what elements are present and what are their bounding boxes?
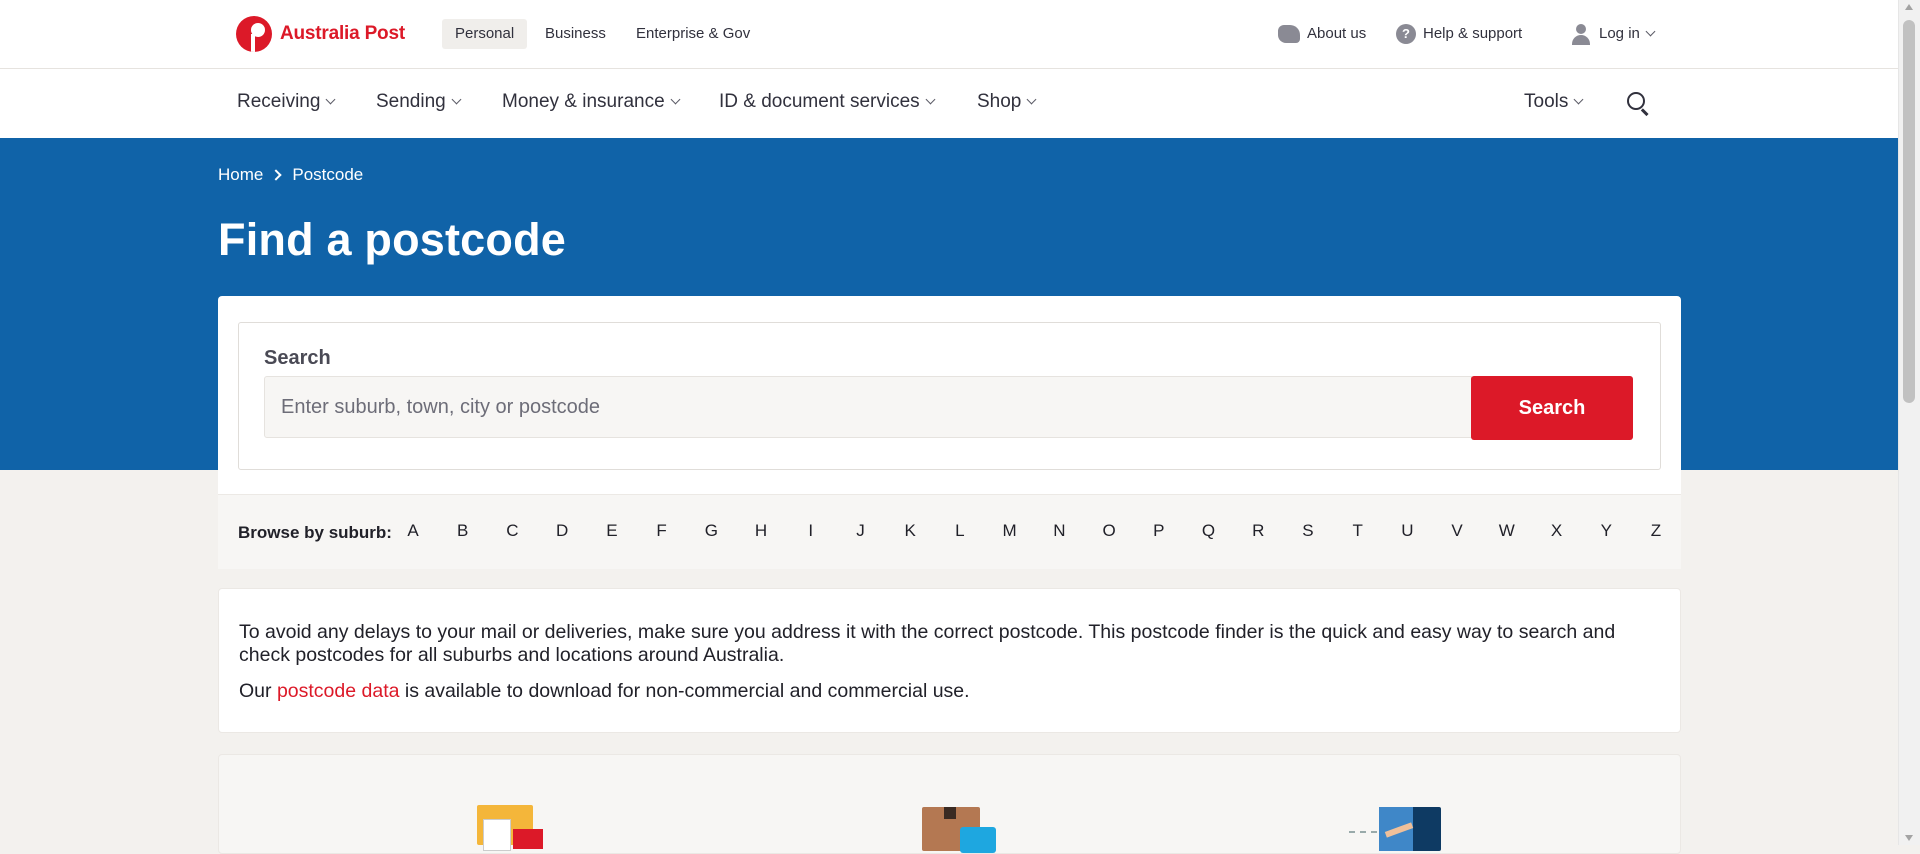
info-prefix: Our <box>239 680 277 702</box>
breadcrumb-current: Postcode <box>292 165 364 184</box>
scroll-down-arrow-icon[interactable] <box>1905 835 1913 841</box>
utility-bar: Australia Post Personal Business Enterpr… <box>0 0 1899 69</box>
nav-receiving[interactable]: Receiving <box>237 91 336 113</box>
chevron-down-icon <box>925 94 936 104</box>
nav-id-document-services[interactable]: ID & document services <box>719 91 936 113</box>
postcode-search-input[interactable] <box>264 376 1472 438</box>
page-title: Find a postcode <box>218 214 567 265</box>
help-support-label: Help & support <box>1423 25 1523 42</box>
search-icon[interactable] <box>1627 92 1645 110</box>
australia-post-logo[interactable]: Australia Post <box>236 15 405 52</box>
help-icon: ? <box>1396 24 1416 44</box>
letter-link[interactable]: O <box>1099 521 1119 541</box>
letter-link[interactable]: X <box>1547 521 1567 541</box>
postcode-data-link[interactable]: postcode data <box>277 680 400 702</box>
letter-link[interactable]: Q <box>1199 521 1219 541</box>
letter-link[interactable]: H <box>751 521 771 541</box>
letter-link[interactable]: M <box>1000 521 1020 541</box>
chevron-down-icon <box>1645 26 1656 36</box>
nav-money-insurance[interactable]: Money & insurance <box>502 91 681 113</box>
login-label: Log in <box>1599 25 1640 42</box>
nav-receiving-label: Receiving <box>237 91 321 112</box>
letter-link[interactable]: N <box>1049 521 1069 541</box>
letter-link[interactable]: U <box>1397 521 1417 541</box>
browse-by-suburb: Browse by suburb: A B C D E F G H I J K … <box>218 494 1681 569</box>
main-navigation: Receiving Sending Money & insurance ID &… <box>0 69 1899 138</box>
letter-link[interactable]: B <box>453 521 473 541</box>
letter-link[interactable]: P <box>1149 521 1169 541</box>
search-button[interactable]: Search <box>1471 376 1633 440</box>
breadcrumb-home[interactable]: Home <box>218 165 263 185</box>
postcode-search-card: Search Search Browse by suburb: A B C D … <box>218 296 1681 569</box>
about-us-label: About us <box>1307 25 1367 42</box>
user-icon <box>1570 23 1592 45</box>
letter-link[interactable]: C <box>502 521 522 541</box>
australia-map-icon <box>1278 25 1300 43</box>
letter-link[interactable]: J <box>850 521 870 541</box>
page-scrollbar[interactable] <box>1898 0 1920 845</box>
chevron-down-icon <box>451 94 462 104</box>
nav-money-insurance-label: Money & insurance <box>502 91 665 112</box>
letter-link[interactable]: G <box>701 521 721 541</box>
nav-tools-label: Tools <box>1524 91 1569 112</box>
search-panel: Search Search <box>238 322 1661 470</box>
breadcrumb: Home Postcode <box>218 165 363 185</box>
letter-link[interactable]: E <box>602 521 622 541</box>
letter-link[interactable]: F <box>652 521 672 541</box>
nav-sending[interactable]: Sending <box>376 91 462 113</box>
letter-link[interactable]: T <box>1348 521 1368 541</box>
letter-link[interactable]: S <box>1298 521 1318 541</box>
segment-personal[interactable]: Personal <box>442 19 528 49</box>
chevron-down-icon <box>1026 94 1037 104</box>
letter-index: A B C D E F G H I J K L M N O P Q R S T … <box>403 521 1666 541</box>
letter-link[interactable]: L <box>950 521 970 541</box>
letter-link[interactable]: R <box>1248 521 1268 541</box>
letter-link[interactable]: D <box>552 521 572 541</box>
postcode-info-panel: To avoid any delays to your mail or deli… <box>218 588 1681 733</box>
chevron-down-icon <box>325 94 336 104</box>
chevron-down-icon <box>670 94 681 104</box>
segment-business[interactable]: Business <box>532 19 619 49</box>
letter-link[interactable]: Z <box>1646 521 1666 541</box>
nav-tools[interactable]: Tools <box>1524 91 1584 113</box>
nav-shop[interactable]: Shop <box>977 91 1037 113</box>
search-label: Search <box>264 347 331 369</box>
info-paragraph-data: Our postcode data is available to downlo… <box>239 680 1669 703</box>
nav-sending-label: Sending <box>376 91 446 112</box>
nav-shop-label: Shop <box>977 91 1022 112</box>
letter-link[interactable]: A <box>403 521 423 541</box>
chevron-down-icon <box>1573 94 1584 104</box>
international-shipping-illustration <box>1349 807 1449 853</box>
about-us-link[interactable]: About us <box>1278 19 1366 49</box>
brand-name: Australia Post <box>280 22 405 44</box>
promo-tiles <box>218 754 1681 854</box>
help-support-link[interactable]: ? Help & support <box>1396 19 1522 49</box>
nav-id-document-services-label: ID & document services <box>719 91 920 112</box>
letter-link[interactable]: Y <box>1596 521 1616 541</box>
scrollbar-thumb[interactable] <box>1903 20 1915 403</box>
browse-label: Browse by suburb: <box>238 523 392 542</box>
info-suffix: is available to download for non-commerc… <box>399 680 970 702</box>
login-menu[interactable]: Log in <box>1570 19 1656 49</box>
segment-enterprise-gov[interactable]: Enterprise & Gov <box>623 19 763 49</box>
chevron-right-icon <box>270 169 283 181</box>
mail-illustration <box>457 805 557 853</box>
letter-link[interactable]: W <box>1497 521 1517 541</box>
info-paragraph: To avoid any delays to your mail or deli… <box>239 621 1616 666</box>
scroll-up-arrow-icon[interactable] <box>1905 4 1913 10</box>
parcel-illustration <box>922 807 1012 853</box>
letter-link[interactable]: V <box>1447 521 1467 541</box>
letter-link[interactable]: K <box>900 521 920 541</box>
letter-link[interactable]: I <box>801 521 821 541</box>
australia-post-logo-icon <box>236 15 272 52</box>
